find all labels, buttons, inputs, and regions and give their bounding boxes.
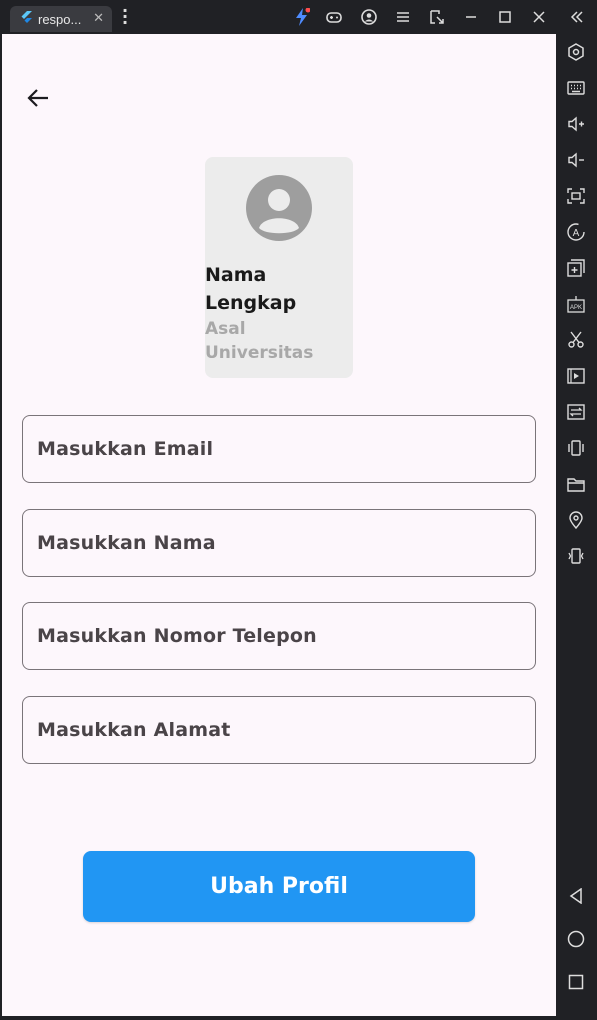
- tab-close-icon[interactable]: ✕: [93, 11, 104, 26]
- flutter-icon: [20, 10, 32, 29]
- status-bar: [2, 34, 556, 62]
- back-button[interactable]: [24, 84, 52, 112]
- shake-icon[interactable]: [566, 438, 586, 458]
- resize-icon[interactable]: [428, 8, 446, 26]
- more-options-icon[interactable]: · · ·: [120, 3, 130, 31]
- name-field[interactable]: Masukkan Nama: [22, 509, 536, 577]
- arrow-left-icon: [27, 89, 48, 107]
- vibrate-icon[interactable]: [566, 546, 586, 566]
- profile-card: Nama Lengkap Asal Universitas: [205, 157, 353, 378]
- menu-icon[interactable]: [394, 8, 412, 26]
- apk-icon[interactable]: APK: [566, 294, 586, 314]
- window-bottom-edge: [0, 1016, 556, 1020]
- account-icon[interactable]: [360, 8, 378, 26]
- location-icon[interactable]: [566, 510, 586, 530]
- browser-tab[interactable]: respo... ✕: [10, 6, 112, 32]
- rotate-icon[interactable]: A: [566, 222, 586, 242]
- home-nav-icon[interactable]: [566, 929, 586, 949]
- phone-field[interactable]: Masukkan Nomor Telepon: [22, 602, 536, 670]
- sync-icon[interactable]: [566, 402, 586, 422]
- screenshot-icon[interactable]: [566, 186, 586, 206]
- keyboard-icon[interactable]: [566, 78, 586, 98]
- close-icon[interactable]: [530, 8, 548, 26]
- svg-text:A: A: [573, 228, 580, 239]
- recents-nav-icon[interactable]: [566, 972, 586, 992]
- update-profile-label: Ubah Profil: [210, 874, 348, 899]
- bolt-icon[interactable]: [293, 8, 311, 26]
- update-profile-button[interactable]: Ubah Profil: [83, 851, 475, 922]
- phone-placeholder: Masukkan Nomor Telepon: [37, 625, 317, 647]
- scissors-icon[interactable]: [566, 330, 586, 350]
- name-placeholder: Masukkan Nama: [37, 532, 216, 554]
- gamepad-icon[interactable]: [325, 8, 343, 26]
- app-screen: Nama Lengkap Asal Universitas Masukkan E…: [2, 34, 556, 1016]
- email-field[interactable]: Masukkan Email: [22, 415, 536, 483]
- collapse-sidebar-icon[interactable]: [568, 8, 586, 26]
- volume-down-icon[interactable]: [566, 150, 586, 170]
- settings-hex-icon[interactable]: [566, 42, 586, 62]
- address-field[interactable]: Masukkan Alamat: [22, 696, 536, 764]
- svg-text:APK: APK: [570, 305, 582, 311]
- minimize-icon[interactable]: [462, 8, 480, 26]
- media-icon[interactable]: [566, 366, 586, 386]
- folder-icon[interactable]: [566, 474, 586, 494]
- volume-up-icon[interactable]: [566, 114, 586, 134]
- profile-university: Asal Universitas: [205, 319, 314, 363]
- back-nav-icon[interactable]: [566, 886, 586, 906]
- tab-title: respo...: [38, 11, 82, 27]
- email-placeholder: Masukkan Email: [37, 438, 214, 460]
- address-placeholder: Masukkan Alamat: [37, 719, 231, 741]
- emulator-title-bar: respo... ✕ · · ·: [0, 0, 597, 34]
- maximize-icon[interactable]: [496, 8, 514, 26]
- profile-name: Nama Lengkap: [205, 264, 297, 314]
- multi-instance-icon[interactable]: [566, 258, 586, 278]
- avatar-icon: [246, 175, 312, 241]
- emulator-sidebar: A APK: [556, 34, 597, 1020]
